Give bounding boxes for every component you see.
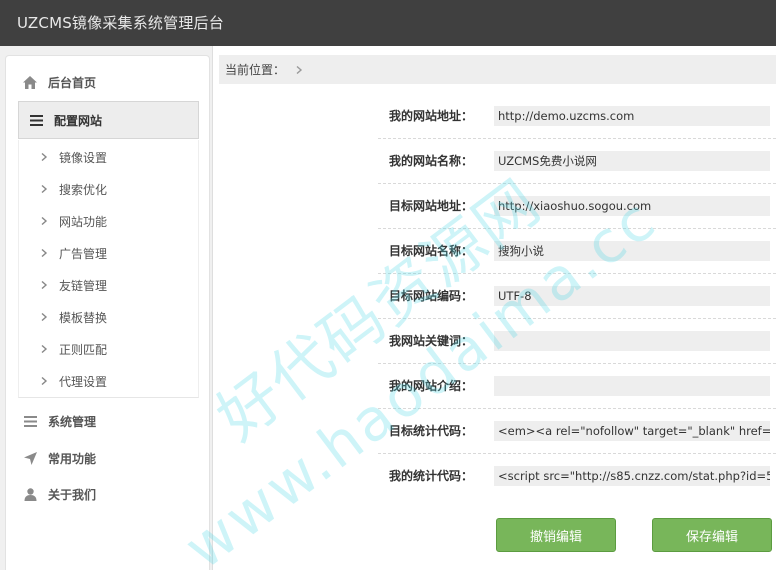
sidebar-item-label: 配置网站 — [54, 113, 103, 128]
breadcrumb-label: 当前位置： — [225, 63, 286, 77]
form-row-target-site-url: 目标网站地址： http://xiaoshuo.sogou.com — [378, 184, 776, 229]
target-site-url-input[interactable]: http://xiaoshuo.sogou.com — [494, 196, 770, 216]
form-row-target-site-encoding: 目标网站编码： UTF-8 — [378, 274, 776, 319]
form-row-my-site-name: 我的网站名称： UZCMS免费小说网 — [378, 139, 776, 184]
sidebar-item-system[interactable]: 系统管理 — [13, 402, 194, 440]
sidebar-subitem-mirror-settings[interactable]: 镜像设置 — [19, 142, 200, 172]
field-label: 目标网站地址： — [388, 199, 473, 213]
cancel-edit-button[interactable]: 撤销编辑 — [496, 518, 616, 552]
chevron-right-icon — [41, 249, 48, 257]
sidebar-subitem-label: 网站功能 — [59, 214, 108, 229]
chevron-right-icon — [41, 281, 48, 289]
target-stats-code-input[interactable]: <em><a rel="nofollow" target="_blank" hr… — [494, 421, 770, 441]
chevron-right-icon — [41, 153, 48, 161]
sidebar-subitem-seo[interactable]: 搜索优化 — [19, 174, 200, 204]
field-label: 我的网站地址： — [388, 109, 473, 123]
field-label: 我的统计代码： — [388, 469, 473, 483]
sidebar-item-label: 后台首页 — [48, 75, 97, 90]
target-site-encoding-input[interactable]: UTF-8 — [494, 286, 770, 306]
field-label: 我的网站介绍： — [388, 379, 473, 393]
form-row-my-stats-code: 我的统计代码： <script src="http://s85.cnzz.com… — [378, 454, 776, 499]
home-icon — [23, 75, 37, 89]
field-label: 我网站关键词： — [388, 334, 473, 348]
form-row-target-stats-code: 目标统计代码： <em><a rel="nofollow" target="_b… — [378, 409, 776, 454]
form-row-target-site-name: 目标网站名称： 搜狗小说 — [378, 229, 776, 274]
sidebar-subitem-label: 友链管理 — [59, 278, 108, 293]
chevron-right-icon — [296, 65, 303, 74]
my-site-description-input[interactable] — [494, 376, 770, 396]
sidebar-subitem-label: 代理设置 — [59, 374, 108, 389]
sidebar-subitem-proxy[interactable]: 代理设置 — [19, 366, 200, 396]
sidebar-item-label: 系统管理 — [48, 414, 97, 429]
list-icon — [29, 113, 43, 127]
breadcrumb: 当前位置： — [219, 55, 776, 84]
target-site-name-input[interactable]: 搜狗小说 — [494, 241, 770, 261]
field-label: 目标统计代码： — [388, 424, 473, 438]
sidebar-item-config-site[interactable]: 配置网站 — [18, 101, 199, 139]
chevron-right-icon — [41, 345, 48, 353]
sidebar-subitem-regex[interactable]: 正则匹配 — [19, 334, 200, 364]
chevron-right-icon — [41, 377, 48, 385]
sidebar-subitem-label: 正则匹配 — [59, 342, 108, 357]
sidebar-item-home[interactable]: 后台首页 — [13, 63, 194, 101]
top-bar: UZCMS镜像采集系统管理后台 — [0, 0, 776, 46]
form-row-my-site-url: 我的网站地址： http://demo.uzcms.com — [378, 94, 776, 139]
sidebar-item-label: 关于我们 — [48, 487, 97, 502]
sidebar-subitem-template-replace[interactable]: 模板替换 — [19, 302, 200, 332]
location-arrow-icon — [23, 451, 37, 465]
sidebar-subitem-label: 广告管理 — [59, 246, 108, 261]
sidebar-subitem-label: 镜像设置 — [59, 150, 108, 165]
field-label: 目标网站编码： — [388, 289, 473, 303]
my-site-keywords-input[interactable] — [494, 331, 770, 351]
sidebar-subitem-links[interactable]: 友链管理 — [19, 270, 200, 300]
sidebar-subitem-ads[interactable]: 广告管理 — [19, 238, 200, 268]
chevron-right-icon — [41, 217, 48, 225]
chevron-right-icon — [41, 313, 48, 321]
sidebar-item-label: 常用功能 — [48, 451, 97, 466]
list-icon — [23, 414, 37, 428]
app-title: UZCMS镜像采集系统管理后台 — [17, 14, 224, 32]
sidebar-subitem-label: 模板替换 — [59, 310, 108, 325]
sidebar-item-about-us[interactable]: 关于我们 — [13, 475, 194, 513]
sidebar-submenu: 镜像设置 搜索优化 网站功能 广告管理 友链管理 模板替换 正则匹配 代理设置 — [18, 140, 199, 398]
my-site-name-input[interactable]: UZCMS免费小说网 — [494, 151, 770, 171]
user-icon — [23, 487, 37, 501]
sidebar-subitem-site-features[interactable]: 网站功能 — [19, 206, 200, 236]
save-edit-button[interactable]: 保存编辑 — [652, 518, 772, 552]
my-site-url-input[interactable]: http://demo.uzcms.com — [494, 106, 770, 126]
field-label: 目标网站名称： — [388, 244, 473, 258]
chevron-right-icon — [41, 185, 48, 193]
my-stats-code-input[interactable]: <script src="http://s85.cnzz.com/stat.ph… — [494, 466, 770, 486]
form-row-my-site-keywords: 我网站关键词： — [378, 319, 776, 364]
sidebar-subitem-label: 搜索优化 — [59, 182, 108, 197]
sidebar-item-common-functions[interactable]: 常用功能 — [13, 439, 194, 477]
form-row-my-site-description: 我的网站介绍： — [378, 364, 776, 409]
field-label: 我的网站名称： — [388, 154, 473, 168]
